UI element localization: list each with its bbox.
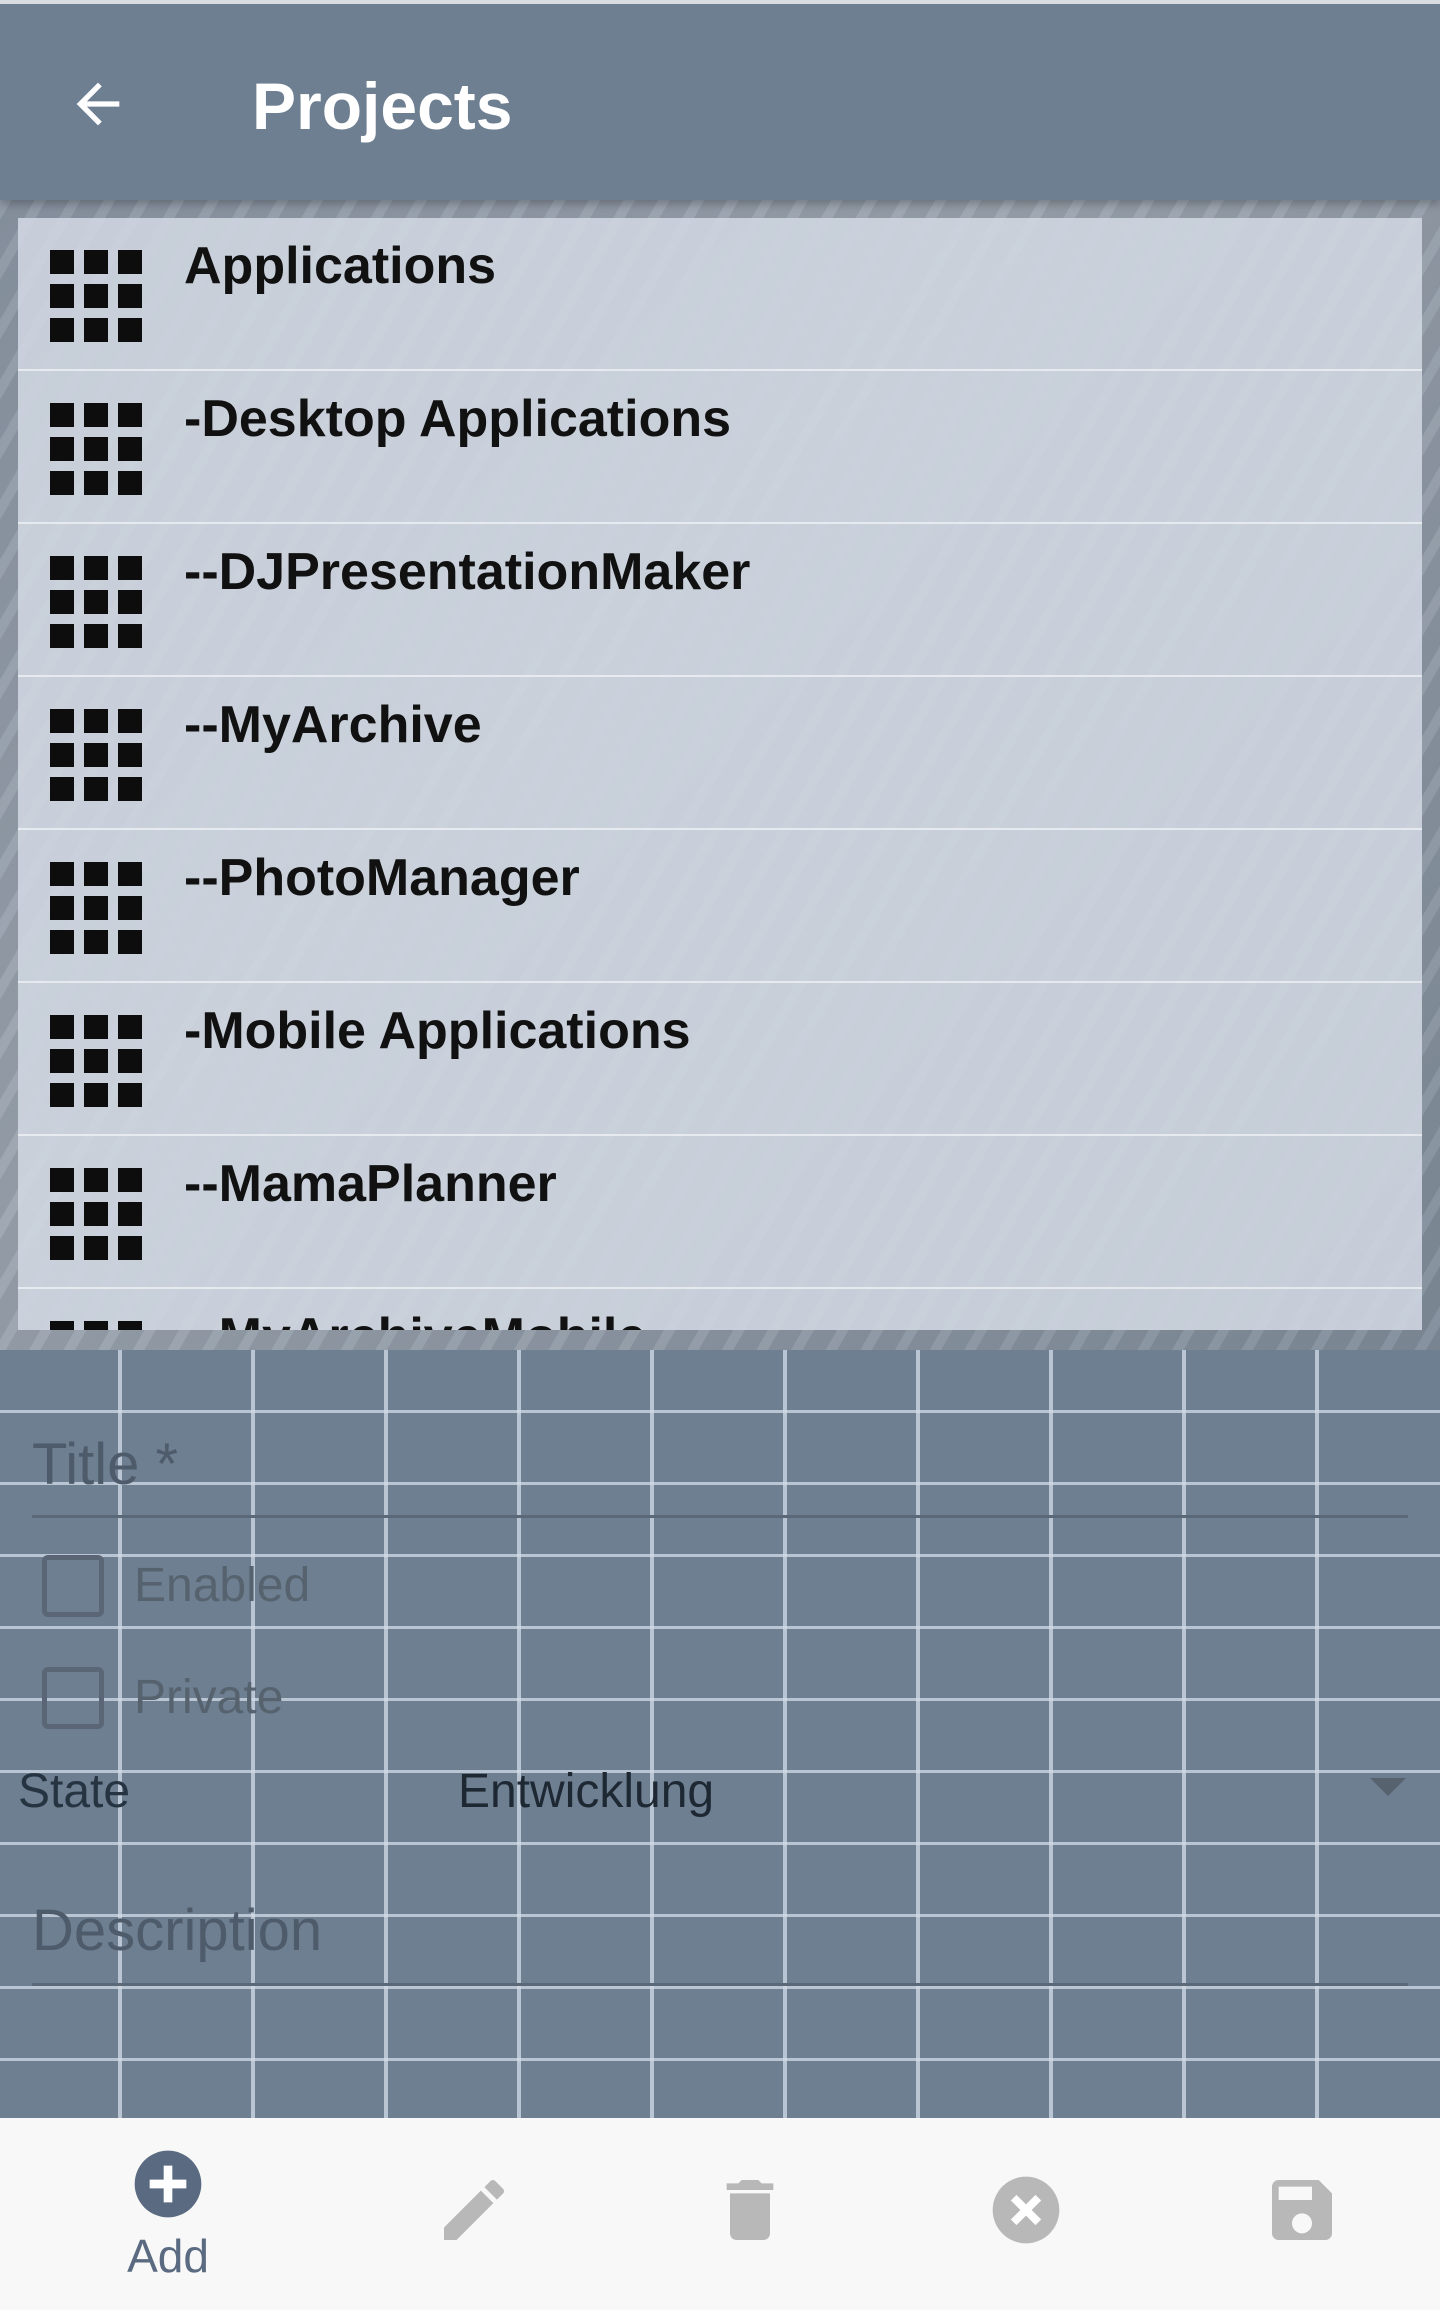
apps-grid-icon [46, 246, 146, 346]
list-item-label: --PhotoManager [184, 849, 580, 907]
state-select[interactable]: Entwicklung [456, 1752, 1416, 1832]
list-item[interactable]: --MyArchive [18, 677, 1422, 830]
list-item-label: --MyArchive [184, 696, 482, 754]
arrow-left-icon [76, 82, 120, 126]
private-checkbox[interactable] [42, 1667, 104, 1729]
list-item-label: --DJPresentationMaker [184, 543, 751, 601]
enabled-checkbox-row[interactable]: Enabled [42, 1554, 310, 1618]
app-screen: Projects Applications -Desktop Applicatio… [0, 0, 1440, 2310]
apps-grid-icon [46, 705, 146, 805]
title-input[interactable]: Title * [32, 1410, 1408, 1518]
back-button[interactable] [56, 62, 140, 146]
apps-grid-icon [46, 1164, 146, 1264]
add-circle-icon [128, 2144, 208, 2224]
apps-grid-icon [46, 1011, 146, 1111]
private-label: Private [134, 1671, 284, 1724]
description-input[interactable]: Description [32, 1874, 1408, 1986]
trash-icon [710, 2170, 790, 2250]
title-field-label: Title * [32, 1432, 179, 1497]
page-title: Projects [252, 69, 513, 143]
apps-grid-icon [46, 399, 146, 499]
bottom-action-bar: Add [0, 2118, 1440, 2310]
apps-grid-icon [46, 1317, 146, 1330]
edit-button[interactable] [374, 2118, 574, 2310]
list-item-label: Applications [184, 237, 497, 295]
list-item-label: -Desktop Applications [184, 390, 732, 448]
private-checkbox-row[interactable]: Private [42, 1666, 283, 1730]
list-item[interactable]: --MyArchiveMobile [18, 1289, 1422, 1330]
enabled-label: Enabled [134, 1559, 311, 1612]
list-item-label: -Mobile Applications [184, 1002, 691, 1060]
save-icon [1262, 2170, 1342, 2250]
list-item-label: --MamaPlanner [184, 1155, 557, 1213]
state-label: State [18, 1765, 131, 1818]
list-item[interactable]: -Mobile Applications [18, 983, 1422, 1136]
cancel-circle-icon [986, 2170, 1066, 2250]
list-item[interactable]: --PhotoManager [18, 830, 1422, 983]
delete-button[interactable] [650, 2118, 850, 2310]
enabled-checkbox[interactable] [42, 1555, 104, 1617]
list-item[interactable]: -Desktop Applications [18, 371, 1422, 524]
list-item[interactable]: --MamaPlanner [18, 1136, 1422, 1289]
state-selected-value: Entwicklung [458, 1765, 715, 1818]
description-field-label: Description [32, 1898, 323, 1963]
list-item[interactable]: --DJPresentationMaker [18, 524, 1422, 677]
cancel-button[interactable] [926, 2118, 1126, 2310]
pencil-icon [434, 2170, 514, 2250]
dropdown-arrow-icon [1370, 1778, 1406, 1796]
add-button[interactable]: Add [68, 2118, 268, 2310]
app-bar: Projects [0, 0, 1440, 200]
project-form: Title * Enabled Private State Entwicklun… [0, 1350, 1440, 2118]
project-list[interactable]: Applications -Desktop Applications --DJPre… [18, 218, 1422, 1330]
apps-grid-icon [46, 858, 146, 958]
save-button[interactable] [1202, 2118, 1402, 2310]
list-item-label: --MyArchiveMobile [184, 1305, 646, 1330]
list-item[interactable]: Applications [18, 218, 1422, 371]
add-button-label: Add [127, 2230, 209, 2282]
apps-grid-icon [46, 552, 146, 652]
